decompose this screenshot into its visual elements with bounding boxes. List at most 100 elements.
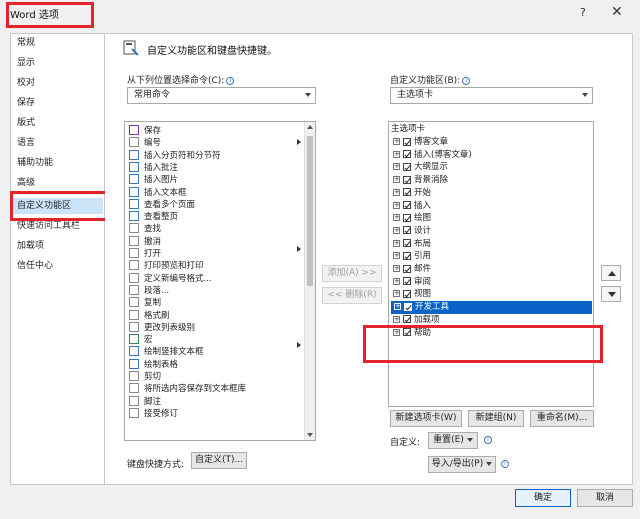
ribbon-tab-item[interactable]: + 大纲显示	[393, 161, 593, 174]
checkbox-checked-icon[interactable]	[403, 175, 411, 184]
choose-commands-dropdown[interactable]: 常用命令	[127, 87, 316, 104]
command-item[interactable]: 复制	[129, 297, 161, 309]
command-item[interactable]: 段落...	[129, 284, 169, 297]
expand-icon[interactable]: +	[393, 265, 400, 272]
nav-item[interactable]: 校对	[17, 75, 103, 91]
command-item[interactable]: 脚注	[129, 395, 161, 408]
cancel-button[interactable]: 取消	[577, 489, 633, 507]
command-item[interactable]: 接受修订	[129, 407, 178, 420]
ribbon-tab-item[interactable]: + 开发工具	[391, 301, 592, 314]
add-button[interactable]: 添加(A) >>	[322, 265, 382, 282]
command-item[interactable]: 保存	[129, 125, 161, 137]
nav-item[interactable]: 自定义功能区	[11, 198, 103, 214]
commands-scrollbar[interactable]	[304, 122, 315, 440]
command-item[interactable]: 将所选内容保存到文本框库	[129, 383, 246, 395]
command-item[interactable]: 打开	[129, 248, 161, 260]
nav-item[interactable]: 加载项	[17, 238, 103, 254]
ribbon-tab-item[interactable]: + 博客文章	[393, 136, 593, 149]
checkbox-checked-icon[interactable]	[403, 201, 411, 209]
command-item[interactable]: 编号	[129, 137, 161, 149]
nav-item[interactable]: 高级	[17, 175, 103, 191]
ribbon-tab-item[interactable]: + 插入	[393, 200, 593, 213]
expand-icon[interactable]: +	[393, 188, 400, 196]
checkbox-checked-icon[interactable]	[403, 251, 411, 260]
move-up-button[interactable]	[601, 265, 621, 281]
expand-icon[interactable]: +	[393, 239, 400, 247]
nav-item[interactable]: 保存	[17, 95, 103, 111]
command-item[interactable]: 插入文本框	[129, 186, 187, 199]
checkbox-checked-icon[interactable]	[403, 315, 411, 324]
command-item[interactable]: 格式刷	[129, 309, 170, 322]
commands-list[interactable]: 保存 编号 插入分页符和分节符 插入批注 插入图片 插入文本框 查看多个页面 查看整页 查找 撤消…	[124, 121, 316, 441]
nav-item[interactable]: 显示	[17, 55, 103, 71]
remove-button[interactable]: << 删除(R)	[322, 287, 382, 304]
expand-icon[interactable]: +	[393, 201, 400, 209]
nav-item[interactable]: 信任中心	[17, 258, 103, 274]
command-item[interactable]: 查看整页	[129, 211, 178, 223]
expand-icon[interactable]: +	[393, 163, 400, 171]
expand-icon[interactable]: +	[393, 277, 400, 285]
checkbox-checked-icon[interactable]	[404, 302, 412, 311]
checkbox-checked-icon[interactable]	[403, 162, 411, 171]
command-item[interactable]: 插入图片	[129, 174, 178, 186]
checkbox-checked-icon[interactable]	[403, 328, 411, 336]
checkbox-checked-icon[interactable]	[403, 264, 411, 273]
command-item[interactable]: 绘制表格	[129, 358, 178, 371]
expand-icon[interactable]: +	[393, 252, 400, 260]
ribbon-tab-item[interactable]: + 帮助	[393, 327, 593, 340]
checkbox-checked-icon[interactable]	[403, 188, 411, 197]
checkbox-checked-icon[interactable]	[403, 289, 411, 298]
checkbox-checked-icon[interactable]	[403, 213, 411, 222]
command-item[interactable]: 插入分页符和分节符	[129, 149, 221, 162]
ribbon-tab-item[interactable]: + 设计	[393, 225, 593, 238]
command-item[interactable]: 撤消	[129, 235, 161, 248]
command-item[interactable]: 打印预览和打印	[129, 260, 204, 272]
ribbon-tab-item[interactable]: + 加载项	[393, 314, 593, 327]
checkbox-checked-icon[interactable]	[403, 277, 411, 286]
expand-icon[interactable]: +	[393, 290, 400, 298]
checkbox-checked-icon[interactable]	[403, 150, 411, 159]
ribbon-tabs-tree[interactable]: 主选项卡 + 博客文章 + 插入(博客文章) + 大纲显示 + 背景消除 + 开始 + 插入 + 绘图 + 设计…	[388, 121, 594, 407]
command-item[interactable]: 绘制竖排文本框	[129, 346, 204, 358]
ribbon-tab-item[interactable]: + 布局	[393, 238, 593, 251]
expand-icon[interactable]: +	[394, 303, 401, 311]
help-icon[interactable]: ?	[580, 6, 586, 19]
ok-button[interactable]: 确定	[515, 489, 571, 507]
reset-button[interactable]: 重置(E)	[428, 432, 478, 449]
ribbon-tab-item[interactable]: + 开始	[393, 187, 593, 200]
ribbon-tab-item[interactable]: + 视图	[393, 288, 593, 301]
move-down-button[interactable]	[601, 286, 621, 302]
ribbon-tab-item[interactable]: + 审阅	[393, 276, 593, 289]
ribbon-tab-item[interactable]: + 背景消除	[393, 174, 593, 187]
expand-icon[interactable]: +	[393, 176, 400, 184]
ribbon-tab-item[interactable]: + 绘图	[393, 212, 593, 225]
nav-item[interactable]: 版式	[17, 115, 103, 131]
close-icon[interactable]: ✕	[611, 4, 623, 20]
ribbon-tab-item[interactable]: + 邮件	[393, 263, 593, 276]
command-item[interactable]: 更改列表级别	[129, 321, 195, 334]
expand-icon[interactable]: +	[393, 315, 400, 323]
command-item[interactable]: 查看多个页面	[129, 198, 195, 211]
expand-icon[interactable]: +	[393, 214, 400, 222]
checkbox-checked-icon[interactable]	[403, 226, 411, 235]
expand-icon[interactable]: +	[393, 226, 400, 234]
nav-item[interactable]: 快速访问工具栏	[17, 218, 103, 234]
import-export-button[interactable]: 导入/导出(P)	[428, 456, 496, 473]
command-item[interactable]: 插入批注	[129, 161, 178, 174]
customize-shortcut-button[interactable]: 自定义(T)...	[191, 452, 247, 469]
new-tab-button[interactable]: 新建选项卡(W)	[390, 410, 462, 427]
nav-item[interactable]: 辅助功能	[17, 155, 103, 171]
customize-ribbon-dropdown[interactable]: 主选项卡	[390, 87, 593, 104]
ribbon-tab-item[interactable]: + 引用	[393, 250, 593, 263]
expand-icon[interactable]: +	[393, 328, 400, 336]
command-item[interactable]: 剪切	[129, 371, 161, 383]
expand-icon[interactable]: +	[393, 138, 400, 145]
command-item[interactable]: 定义新编号格式...	[129, 272, 212, 285]
checkbox-checked-icon[interactable]	[403, 239, 411, 248]
rename-button[interactable]: 重命名(M)...	[530, 410, 594, 427]
expand-icon[interactable]: +	[393, 150, 400, 158]
checkbox-checked-icon[interactable]	[403, 137, 411, 146]
command-item[interactable]: 宏	[129, 334, 153, 346]
nav-item[interactable]: 语言	[17, 135, 103, 151]
new-group-button[interactable]: 新建组(N)	[468, 410, 524, 427]
